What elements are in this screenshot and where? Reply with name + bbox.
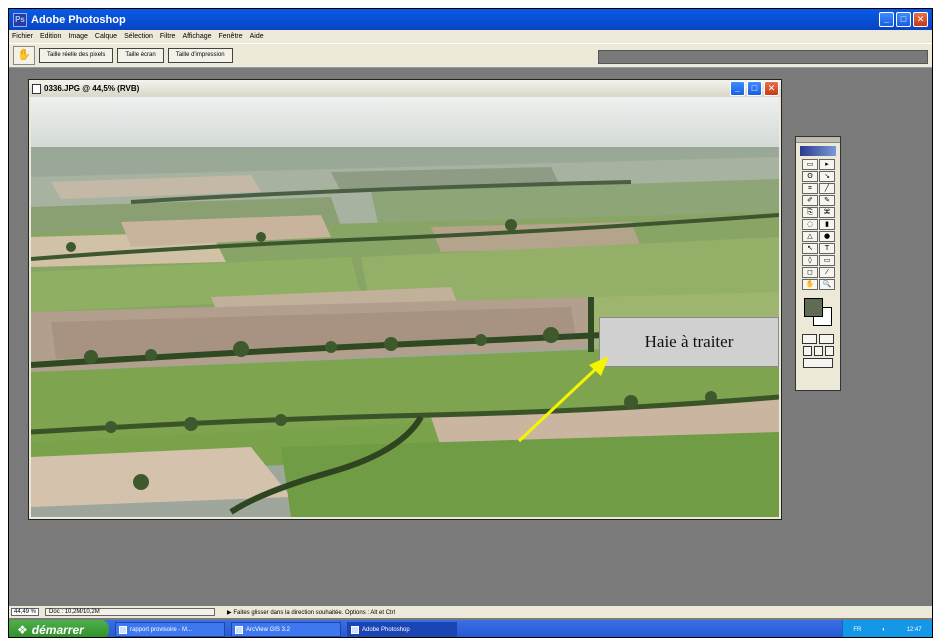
palette-well[interactable] [598, 50, 928, 64]
tool-5-1-icon[interactable]: ▮ [819, 219, 835, 230]
document-icon [32, 83, 41, 94]
status-hint-text: Faites glisser dans la direction souhait… [233, 609, 396, 616]
tool-grid: ▭ ▸ ʘ ↘ ⌗ ╱ ✐ ✎ ⎘ ⌘ ◌ ▮ △ ● ↖ T ◊ ▭ ◻ ⁄ ✋ 🔍 [796, 159, 840, 290]
tool-0-1-icon[interactable]: ▸ [819, 159, 835, 170]
tool-5-0-icon[interactable]: ◌ [802, 219, 818, 230]
hand-icon[interactable]: ✋ [13, 46, 35, 65]
doc-size[interactable]: Doc : 10,2M/10,2M [45, 608, 216, 616]
taskbar-item-word[interactable]: rapport provisoire - M... [115, 622, 225, 637]
tool-7-0-icon[interactable]: ↖ [802, 243, 818, 254]
actual-pixels-button[interactable]: Taille réelle des pixels [39, 48, 114, 63]
tool-9-1-icon[interactable]: ⁄ [819, 267, 835, 278]
menu-image[interactable]: Image [68, 33, 87, 40]
callout-label: Haie à traiter [599, 317, 779, 367]
app-window-controls: _ □ ✕ [879, 12, 928, 27]
menu-selection[interactable]: Sélection [124, 33, 153, 40]
tool-4-0-icon[interactable]: ⎘ [802, 207, 818, 218]
windows-logo-icon: ❖ [17, 622, 28, 637]
tool-2-0-icon[interactable]: ⌗ [802, 183, 818, 194]
aerial-landscape-photo [31, 97, 779, 517]
menu-fenetre[interactable]: Fenêtre [219, 33, 243, 40]
quickmask-modes [796, 334, 840, 344]
jump-to-imageready-button[interactable] [803, 358, 833, 368]
screen-mode-full-menu-button[interactable] [813, 346, 823, 356]
tool-8-1-icon[interactable]: ▭ [819, 255, 835, 266]
tool-10-1-icon[interactable]: 🔍 [819, 279, 835, 290]
tool-9-0-icon[interactable]: ◻ [802, 267, 818, 278]
image-canvas[interactable] [31, 97, 779, 517]
foreground-color-swatch[interactable] [804, 298, 823, 317]
document-window: 0336.JPG @ 44,5% (RVB) _ □ ✕ [28, 79, 782, 520]
taskbar-item-photoshop[interactable]: Adobe Photoshop [347, 622, 457, 637]
tools-palette: ▭ ▸ ʘ ↘ ⌗ ╱ ✐ ✎ ⎘ ⌘ ◌ ▮ △ ● ↖ T ◊ ▭ ◻ ⁄ ✋ 🔍 [795, 136, 841, 391]
taskbar-item-word-label: rapport provisoire - M... [130, 626, 193, 633]
start-label: démarrer [31, 622, 84, 637]
standard-mode-button[interactable] [802, 334, 817, 344]
tool-4-1-icon[interactable]: ⌘ [819, 207, 835, 218]
tool-7-1-icon[interactable]: T [819, 243, 835, 254]
options-bar: ✋ Taille réelle des pixels Taille écran … [9, 43, 932, 68]
tool-8-0-icon[interactable]: ◊ [802, 255, 818, 266]
menu-aide[interactable]: Aide [250, 33, 264, 40]
app-title: Adobe Photoshop [31, 13, 126, 26]
language-indicator[interactable]: FR [853, 627, 861, 633]
app-titlebar: Ps Adobe Photoshop _ □ ✕ [9, 9, 932, 30]
menu-edition[interactable]: Edition [40, 33, 61, 40]
tool-10-0-icon[interactable]: ✋ [802, 279, 818, 290]
tool-6-0-icon[interactable]: △ [802, 231, 818, 242]
close-button[interactable]: ✕ [913, 12, 928, 27]
menu-calque[interactable]: Calque [95, 33, 117, 40]
photoshop-logo-icon[interactable] [800, 146, 836, 156]
jump-to-row [796, 358, 840, 368]
taskbar-item-arcview[interactable]: ArcView GIS 3.2 [231, 622, 341, 637]
volume-icon[interactable]: ◐ [882, 627, 886, 633]
maximize-button[interactable]: □ [896, 12, 911, 27]
tools-palette-header[interactable] [796, 137, 840, 143]
start-button[interactable]: ❖ démarrer [9, 620, 109, 637]
clock[interactable]: 12:47 [907, 627, 922, 633]
taskbar-item-arcview-label: ArcView GIS 3.2 [246, 626, 290, 633]
quickmask-mode-button[interactable] [819, 334, 834, 344]
photoshop-icon: Ps [13, 12, 27, 27]
system-tray: FR ◐ 12:47 [842, 620, 932, 637]
arcview-icon [235, 625, 243, 634]
minimize-button[interactable]: _ [879, 12, 894, 27]
screen-mode-standard-button[interactable] [802, 346, 812, 356]
menu-fichier[interactable]: Fichier [12, 33, 33, 40]
screen: Ps Adobe Photoshop _ □ ✕ Fichier Edition… [8, 8, 933, 638]
tool-1-1-icon[interactable]: ↘ [819, 171, 835, 182]
word-icon [119, 625, 127, 634]
taskbar-item-photoshop-label: Adobe Photoshop [362, 626, 410, 633]
tool-0-0-icon[interactable]: ▭ [802, 159, 818, 170]
doc-maximize-button[interactable]: □ [747, 81, 762, 96]
tool-6-1-icon[interactable]: ● [819, 231, 835, 242]
tool-3-0-icon[interactable]: ✐ [802, 195, 818, 206]
taskbar: ❖ démarrer rapport provisoire - M... Arc… [9, 620, 932, 637]
menubar: Fichier Edition Image Calque Sélection F… [9, 30, 932, 43]
tool-3-1-icon[interactable]: ✎ [819, 195, 835, 206]
tool-1-0-icon[interactable]: ʘ [802, 171, 818, 182]
doc-close-button[interactable]: ✕ [764, 81, 779, 96]
screen-modes [796, 346, 840, 356]
document-title: 0336.JPG @ 44,5% (RVB) [44, 84, 140, 93]
menu-filtre[interactable]: Filtre [160, 33, 176, 40]
photoshop-task-icon [351, 625, 359, 634]
document-window-controls: _ □ ✕ [730, 81, 779, 96]
menu-affichage[interactable]: Affichage [182, 33, 211, 40]
color-swatches [800, 296, 836, 330]
print-size-button[interactable]: Taille d'impression [167, 48, 233, 63]
screen-mode-full-button[interactable] [824, 346, 834, 356]
status-hint: ▶ Faites glisser dans la direction souha… [227, 609, 396, 616]
status-bar: 44,49 % Doc : 10,2M/10,2M ▶ Faites gliss… [9, 606, 932, 618]
tool-2-1-icon[interactable]: ╱ [819, 183, 835, 194]
fit-screen-button[interactable]: Taille écran [117, 48, 164, 63]
zoom-level[interactable]: 44,49 % [11, 608, 40, 616]
doc-minimize-button[interactable]: _ [730, 81, 745, 96]
document-titlebar[interactable]: 0336.JPG @ 44,5% (RVB) _ □ ✕ [29, 80, 781, 97]
